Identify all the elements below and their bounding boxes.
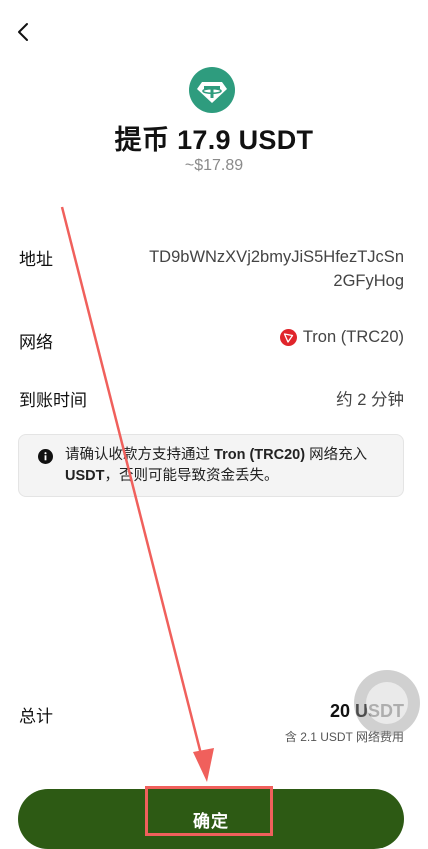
network-value: Tron (TRC20) — [279, 328, 404, 347]
address-value: TD9bWNzXVj2bmyJiS5HfezTJcSn 2GFyHog — [124, 245, 404, 293]
address-line-2: 2GFyHog — [333, 272, 404, 290]
usdt-icon — [189, 67, 235, 113]
tron-icon — [279, 329, 297, 346]
arrival-time-label: 到账时间 — [19, 391, 87, 410]
address-label: 地址 — [19, 250, 53, 269]
page-title: 提币 17.9 USDT — [114, 125, 314, 155]
arrival-time-value: 约 2 分钟 — [336, 391, 404, 409]
address-line-1: TD9bWNzXVj2bmyJiS5HfezTJcSn — [149, 248, 404, 266]
notice-text-part: ，否则可能导致资金丢失。 — [104, 468, 279, 484]
back-button[interactable] — [10, 18, 38, 46]
confirm-button[interactable]: 确定 — [18, 789, 404, 849]
chevron-left-icon — [18, 23, 28, 41]
network-warning-notice: 请确认收款方支持通过 Tron (TRC20) 网络充入 USDT，否则可能导致… — [18, 434, 404, 497]
info-icon — [38, 449, 53, 464]
notice-network-name: Tron (TRC20) — [214, 447, 306, 463]
notice-text: 请确认收款方支持通过 Tron (TRC20) 网络充入 USDT，否则可能导致… — [65, 445, 385, 487]
notice-token-name: USDT — [65, 468, 105, 484]
network-name: Tron (TRC20) — [302, 328, 404, 346]
network-label: 网络 — [19, 333, 53, 352]
floating-assistive-button[interactable] — [354, 670, 420, 736]
notice-text-part: 请确认收款方支持通过 — [65, 447, 215, 463]
floating-button-inner — [366, 682, 408, 724]
usd-equivalent: ~$17.89 — [184, 157, 244, 174]
total-label: 总计 — [19, 707, 53, 726]
notice-text-part: 网络充入 — [305, 447, 368, 463]
